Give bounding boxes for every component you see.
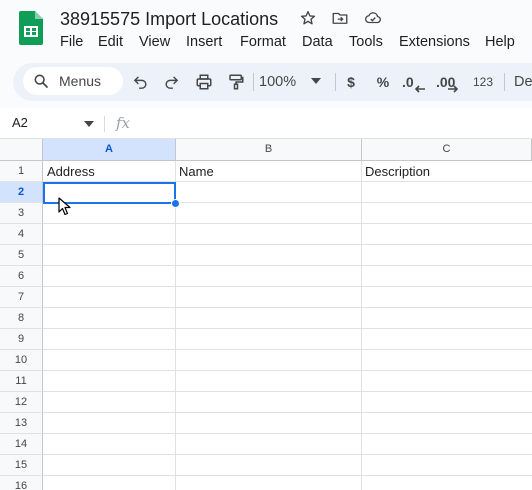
cloud-saved-icon[interactable] [363, 9, 383, 27]
cell-b1[interactable]: Name [179, 164, 214, 179]
document-title[interactable]: 38915575 Import Locations [60, 9, 278, 30]
decrease-decimal-button[interactable]: .0 [402, 72, 428, 93]
row-header-8[interactable]: 8 [0, 308, 43, 329]
row-divider [43, 391, 532, 392]
column-header-b[interactable]: B [176, 139, 362, 161]
cell-c1[interactable]: Description [365, 164, 430, 179]
menu-help[interactable]: Help [485, 34, 515, 50]
row-header-5[interactable]: 5 [0, 245, 43, 266]
search-menus-label: Menus [59, 73, 102, 89]
arrow-right-icon [448, 85, 459, 93]
row-header-3[interactable]: 3 [0, 203, 43, 224]
number-format-button[interactable]: 123 [471, 72, 495, 92]
toolbar-separator [253, 73, 254, 91]
formula-bar-separator [104, 116, 105, 132]
cells-area[interactable]: Address Name Description [43, 161, 532, 490]
row-header-7[interactable]: 7 [0, 287, 43, 308]
row-header-11[interactable]: 11 [0, 371, 43, 392]
menu-extensions[interactable]: Extensions [399, 34, 470, 50]
row-header-1[interactable]: 1 [0, 161, 43, 182]
row-divider [43, 370, 532, 371]
select-all-corner[interactable] [0, 139, 43, 161]
arrow-left-icon [414, 85, 425, 93]
star-icon[interactable] [299, 9, 317, 27]
row-divider [43, 307, 532, 308]
menu-tools[interactable]: Tools [349, 34, 383, 50]
column-header-c[interactable]: C [362, 139, 532, 161]
row-header-13[interactable]: 13 [0, 413, 43, 434]
zoom-select[interactable]: 100% [259, 72, 329, 92]
undo-icon [133, 75, 147, 89]
column-divider [175, 161, 176, 490]
row-header-14[interactable]: 14 [0, 434, 43, 455]
print-icon [196, 74, 212, 90]
paint-format-button[interactable] [226, 72, 246, 92]
increase-decimal-button[interactable]: .00 [436, 72, 464, 93]
row-header-9[interactable]: 9 [0, 329, 43, 350]
mouse-pointer-icon [58, 197, 71, 216]
row-header-15[interactable]: 15 [0, 455, 43, 476]
toolbar-separator [335, 73, 336, 91]
spreadsheet-grid: A B C 1 2 3 4 5 6 7 8 9 10 11 12 13 14 15 16 Address Na… [0, 139, 532, 490]
row-header-12[interactable]: 12 [0, 392, 43, 413]
row-divider [43, 412, 532, 413]
column-header-a[interactable]: A [43, 139, 176, 161]
font-family-select[interactable]: De [514, 72, 532, 92]
toolbar: Menus 100% $ % .0 .00 123 De [13, 63, 532, 101]
search-menus[interactable]: Menus [23, 67, 123, 95]
paint-format-icon [229, 74, 244, 90]
title-bar: 38915575 Import Locations File Edit View… [0, 0, 532, 58]
row-divider [43, 223, 532, 224]
print-button[interactable] [193, 72, 215, 92]
row-divider [43, 328, 532, 329]
zoom-value: 100% [259, 74, 297, 90]
cell-a1[interactable]: Address [47, 164, 95, 179]
menu-insert[interactable]: Insert [186, 34, 222, 50]
formula-bar: A2 fx [0, 110, 532, 139]
row-header-4[interactable]: 4 [0, 224, 43, 245]
menu-file[interactable]: File [60, 34, 83, 50]
move-to-folder-icon[interactable] [331, 9, 349, 27]
menu-data[interactable]: Data [302, 34, 333, 50]
search-icon [34, 74, 48, 88]
decrease-decimal-label: .0 [402, 74, 414, 90]
row-divider [43, 265, 532, 266]
row-header-6[interactable]: 6 [0, 266, 43, 287]
currency-format-button[interactable]: $ [343, 72, 359, 92]
row-header-2[interactable]: 2 [0, 182, 43, 203]
formula-input[interactable] [140, 116, 520, 132]
sheets-logo-icon[interactable] [19, 11, 43, 45]
row-divider [43, 286, 532, 287]
row-header-10[interactable]: 10 [0, 350, 43, 371]
fx-icon: fx [116, 114, 131, 132]
menu-view[interactable]: View [139, 34, 170, 50]
redo-icon [164, 75, 178, 89]
row-divider [43, 349, 532, 350]
chevron-down-icon [311, 78, 321, 84]
redo-button[interactable] [161, 72, 181, 92]
chevron-down-icon[interactable] [84, 121, 94, 127]
row-divider [43, 244, 532, 245]
undo-button[interactable] [130, 72, 150, 92]
row-header-16[interactable]: 16 [0, 476, 43, 490]
fill-handle[interactable] [171, 199, 180, 208]
row-divider [43, 454, 532, 455]
menu-edit[interactable]: Edit [98, 34, 123, 50]
toolbar-separator [504, 73, 505, 91]
name-box[interactable]: A2 [12, 115, 28, 130]
row-divider [43, 433, 532, 434]
menu-format[interactable]: Format [240, 34, 286, 50]
column-divider [361, 161, 362, 490]
row-divider [43, 475, 532, 476]
toolbar-area: Menus 100% $ % .0 .00 123 De [0, 58, 532, 108]
percent-format-button[interactable]: % [375, 72, 391, 92]
